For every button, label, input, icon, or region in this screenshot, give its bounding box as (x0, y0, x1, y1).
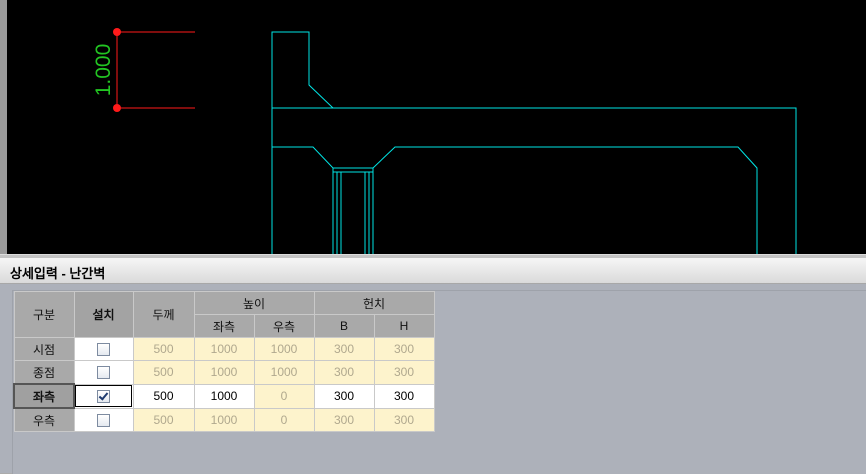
height-left-cell: 1000 (193, 407, 255, 432)
install-checkbox[interactable] (97, 366, 110, 380)
parapet-grid: 구분 설치 두께 높이 헌치 좌측 우측 B H 시점 500 1000 100… (13, 291, 435, 432)
table-row: 우측 500 1000 0 300 300 (13, 407, 435, 432)
haunch-h-cell: 300 (373, 407, 435, 432)
haunch-h-cell[interactable]: 300 (373, 383, 435, 409)
parapet-outline (271, 31, 797, 254)
cad-viewport[interactable]: 1.000 (0, 0, 866, 254)
dimension-marker: 1.000 (92, 28, 195, 112)
row-label-end: 종점 (13, 360, 75, 385)
haunch-b-cell: 300 (313, 337, 375, 361)
install-checkbox[interactable] (97, 413, 110, 427)
haunch-h-cell: 300 (373, 337, 435, 361)
table-row: 종점 500 1000 1000 300 300 (13, 360, 435, 385)
haunch-h-cell: 300 (373, 360, 435, 385)
panel-header: 상세입력 - 난간벽 (0, 258, 866, 284)
header-height-right: 우측 (253, 314, 315, 338)
header-install: 설치 (73, 291, 134, 338)
table-row: 시점 500 1000 1000 300 300 (13, 337, 435, 361)
height-left-cell: 1000 (193, 360, 255, 385)
install-cell[interactable] (73, 337, 134, 361)
install-checkbox[interactable] (97, 390, 111, 404)
height-right-cell: 0 (253, 383, 315, 409)
row-label-right: 우측 (13, 407, 75, 432)
row-label-start: 시점 (13, 337, 75, 361)
height-right-cell: 1000 (253, 360, 315, 385)
haunch-b-cell: 300 (313, 360, 375, 385)
header-haunch-b: B (313, 314, 375, 338)
dimension-label: 1.000 (92, 44, 115, 97)
height-right-cell: 1000 (253, 337, 315, 361)
thickness-cell: 500 (132, 407, 195, 432)
haunch-b-cell[interactable]: 300 (313, 383, 375, 409)
row-label-left: 좌측 (13, 383, 75, 409)
height-right-cell: 0 (253, 407, 315, 432)
thickness-cell[interactable]: 500 (132, 383, 195, 409)
height-left-cell: 1000 (193, 337, 255, 361)
header-haunch-h: H (373, 314, 435, 338)
wall-section-outline (271, 31, 797, 254)
height-left-cell[interactable]: 1000 (193, 383, 255, 409)
cad-drawing: 1.000 (92, 28, 797, 254)
install-cell[interactable] (73, 360, 134, 385)
header-height-left: 좌측 (193, 314, 255, 338)
install-checkbox[interactable] (97, 343, 110, 357)
table-row: 좌측 500 1000 0 300 300 (13, 383, 435, 409)
dimension-endpoint-bottom (113, 104, 121, 112)
thickness-cell: 500 (132, 360, 195, 385)
header-thickness: 두께 (132, 291, 195, 338)
slab-bottom-haunch (272, 146, 758, 254)
header-haunch: 헌치 (313, 291, 435, 315)
install-cell[interactable] (73, 383, 134, 409)
dimension-endpoint-top (113, 28, 121, 36)
thickness-cell: 500 (132, 337, 195, 361)
header-height: 높이 (193, 291, 315, 315)
header-category: 구분 (13, 291, 75, 338)
haunch-b-cell: 300 (313, 407, 375, 432)
panel-title: 상세입력 - 난간벽 (10, 266, 106, 281)
install-cell[interactable] (73, 407, 134, 432)
